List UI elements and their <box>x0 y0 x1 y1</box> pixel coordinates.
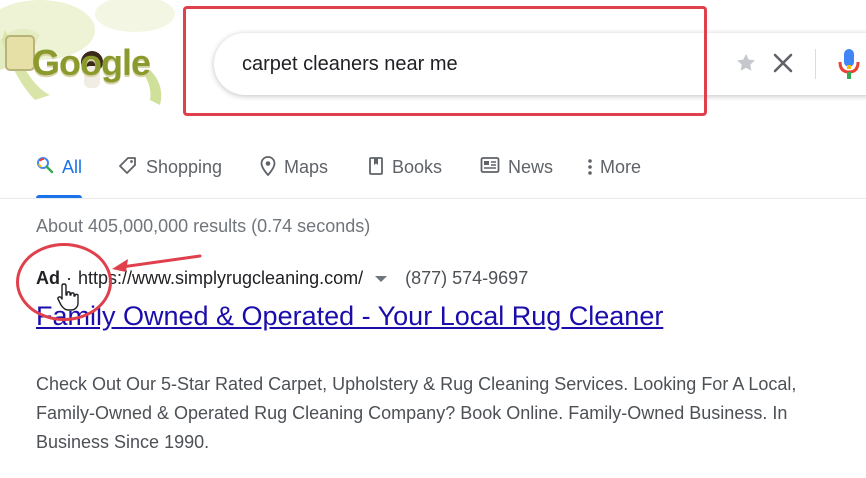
tabs-divider <box>0 198 866 199</box>
search-icon <box>37 157 54 174</box>
tab-label: News <box>508 157 554 177</box>
tab-label: Shopping <box>146 157 223 177</box>
tab-label: Books <box>392 157 443 177</box>
book-icon <box>369 157 383 175</box>
news-icon <box>480 157 500 173</box>
ad-description: Check Out Our 5-Star Rated Carpet, Uphol… <box>36 374 797 452</box>
ad-phone[interactable]: (877) 574-9697 <box>405 268 528 289</box>
tab-news[interactable]: News <box>480 152 553 198</box>
ad-url[interactable]: https://www.simplyrugcleaning.com/ <box>78 268 363 289</box>
tab-more[interactable]: More <box>586 152 641 198</box>
tab-label: All <box>62 157 83 177</box>
ad-title-link[interactable]: Family Owned & Operated - Your Local Rug… <box>36 301 663 332</box>
map-pin-icon <box>260 156 276 176</box>
tab-books[interactable]: Books <box>368 152 442 198</box>
star-icon[interactable] <box>734 51 758 75</box>
search-input[interactable] <box>242 50 682 78</box>
chevron-down-icon[interactable] <box>375 275 388 282</box>
ad-separator: · <box>66 268 72 288</box>
search-box[interactable] <box>214 33 866 95</box>
tab-label: More <box>600 157 642 177</box>
tab-maps[interactable]: Maps <box>260 152 328 198</box>
tab-shopping[interactable]: Shopping <box>118 152 222 198</box>
ad-badge[interactable]: Ad <box>36 268 60 289</box>
google-logo: Google <box>32 42 151 83</box>
close-icon[interactable] <box>770 50 796 76</box>
tag-icon <box>119 157 136 174</box>
google-doodle[interactable]: Google <box>0 0 175 110</box>
tab-all[interactable]: All <box>36 152 83 198</box>
ad-url-row: Ad · https://www.simplyrugcleaning.com/ … <box>36 268 528 289</box>
mic-icon[interactable] <box>836 47 862 81</box>
tab-label: Maps <box>284 157 329 177</box>
search-divider <box>815 49 816 79</box>
more-vert-icon <box>588 159 592 175</box>
result-stats: About 405,000,000 results (0.74 seconds) <box>36 216 371 236</box>
